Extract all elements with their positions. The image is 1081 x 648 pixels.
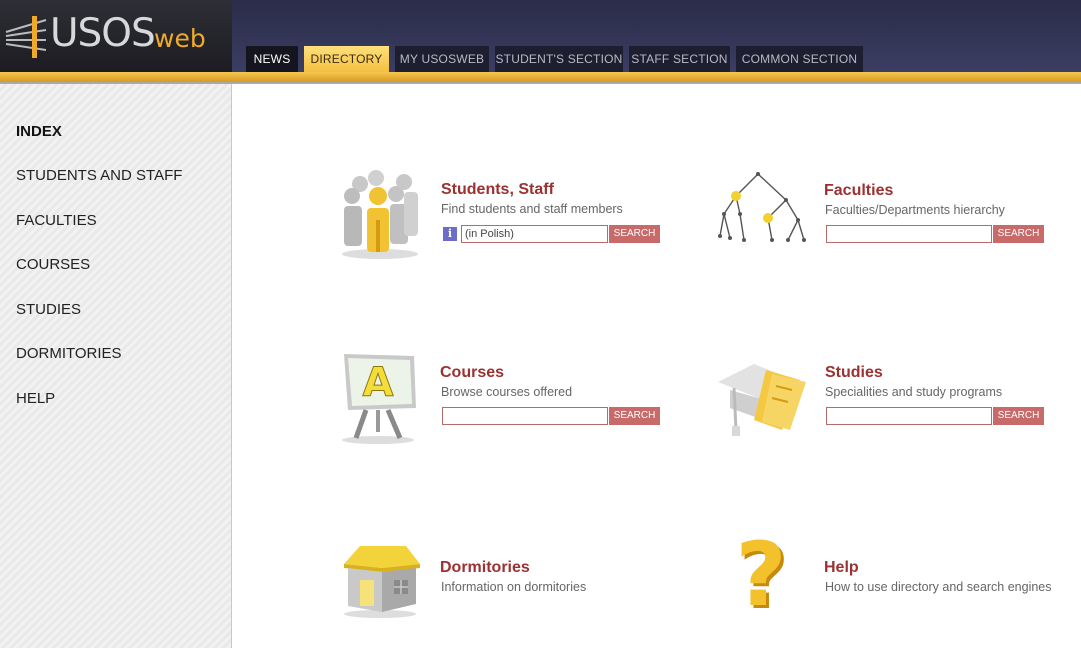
faculties-search-button[interactable]: SEARCH xyxy=(993,225,1044,243)
tab-directory[interactable]: DIRECTORY xyxy=(304,46,389,72)
students-staff-search-input[interactable]: (in Polish) xyxy=(461,225,608,243)
sidebar-item-students-and-staff[interactable]: STUDENTS AND STAFF xyxy=(16,167,182,184)
studies-search-button[interactable]: SEARCH xyxy=(993,407,1044,425)
sidebar-item-faculties[interactable]: FACULTIES xyxy=(16,212,97,229)
courses-description: Browse courses offered xyxy=(441,385,573,399)
students-staff-description: Find students and staff members xyxy=(441,202,623,216)
logo[interactable]: USOS web xyxy=(0,0,232,72)
logo-main-text: USOS xyxy=(50,11,156,56)
sidebar-item-index[interactable]: INDEX xyxy=(16,123,62,140)
faculties-title[interactable]: Faculties xyxy=(824,182,893,200)
studies-description: Specialities and study programs xyxy=(825,385,1003,399)
easel-icon[interactable]: A xyxy=(332,350,424,446)
svg-text:A: A xyxy=(363,360,394,406)
studies-search-input[interactable] xyxy=(826,407,992,425)
dormitories-description: Information on dormitories xyxy=(441,580,587,594)
info-icon[interactable]: i xyxy=(443,227,457,241)
students-staff-title[interactable]: Students, Staff xyxy=(441,181,554,199)
help-description: How to use directory and search engines xyxy=(825,580,1052,594)
tab-news[interactable]: NEWS xyxy=(246,46,298,72)
question-mark-icon[interactable]: ? ? xyxy=(728,532,798,622)
sidebar-item-help[interactable]: HELP xyxy=(16,390,55,407)
faculties-search-input[interactable] xyxy=(826,225,992,243)
sidebar-item-courses[interactable]: COURSES xyxy=(16,256,90,273)
courses-search-input[interactable] xyxy=(442,407,608,425)
tab-my-usosweb[interactable]: MY USOSWEB xyxy=(395,46,489,72)
dormitories-title[interactable]: Dormitories xyxy=(440,559,530,577)
tab-students-section[interactable]: STUDENT'S SECTION xyxy=(495,46,623,72)
top-header: USOS web NEWS DIRECTORY MY USOSWEB STUDE… xyxy=(0,0,1081,72)
svg-text:?: ? xyxy=(735,532,786,622)
house-icon[interactable] xyxy=(336,540,422,622)
faculties-description: Faculties/Departments hierarchy xyxy=(825,203,1005,217)
sidebar-item-dormitories[interactable]: DORMITORIES xyxy=(16,345,122,362)
tab-staff-section[interactable]: STAFF SECTION xyxy=(629,46,730,72)
people-icon[interactable] xyxy=(332,168,424,260)
tab-common-section[interactable]: COMMON SECTION xyxy=(736,46,863,72)
tree-hierarchy-icon[interactable] xyxy=(716,168,810,250)
help-title[interactable]: Help xyxy=(824,559,859,577)
sidebar-item-studies[interactable]: STUDIES xyxy=(16,301,81,318)
sidebar: INDEX STUDENTS AND STAFF FACULTIES COURS… xyxy=(0,84,232,648)
logo-suffix-text: web xyxy=(154,24,206,53)
courses-search-button[interactable]: SEARCH xyxy=(609,407,660,425)
courses-title[interactable]: Courses xyxy=(440,364,504,382)
header-divider-bar xyxy=(0,72,1081,82)
graduation-cap-icon[interactable] xyxy=(714,350,810,440)
students-staff-search-button[interactable]: SEARCH xyxy=(609,225,660,243)
studies-title[interactable]: Studies xyxy=(825,364,883,382)
